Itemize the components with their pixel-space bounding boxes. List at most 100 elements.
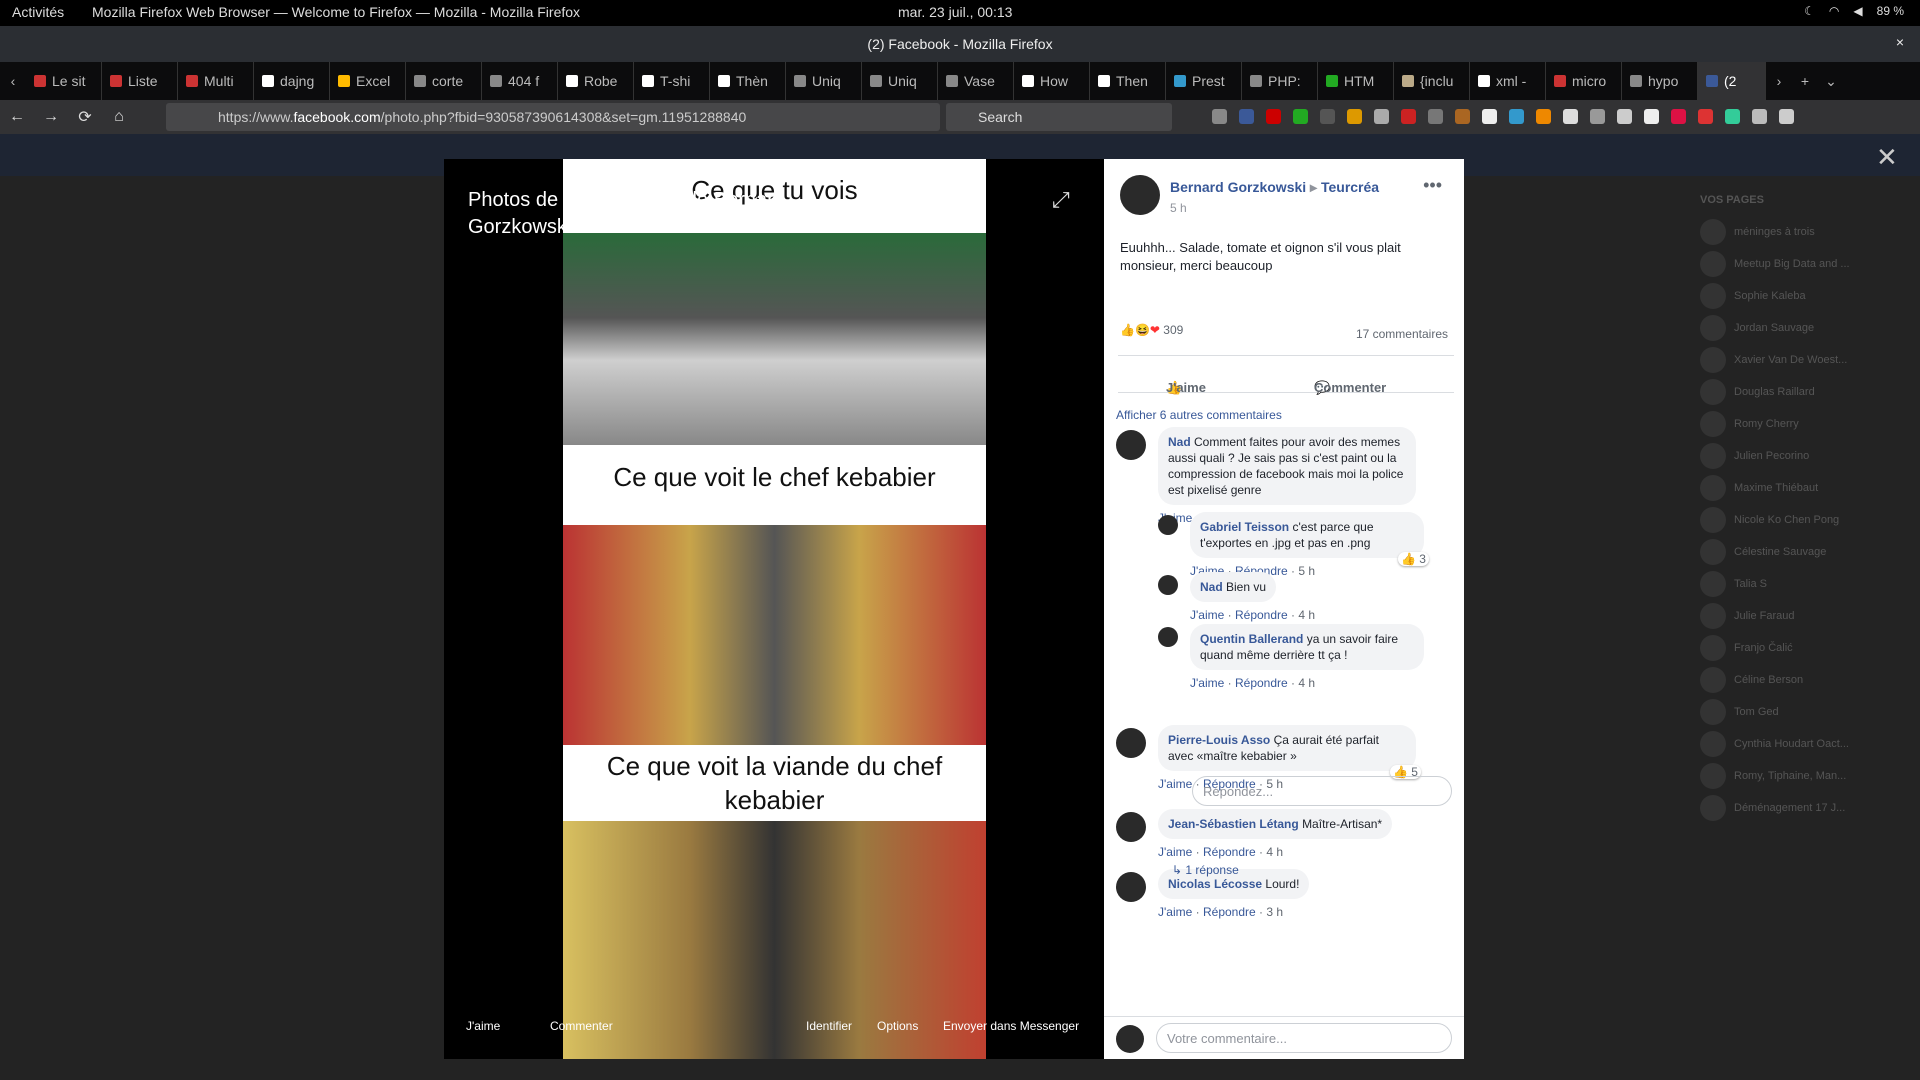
browser-tab[interactable]: Liste [102, 62, 178, 100]
commenter-name[interactable]: Jean-Sébastien Létang [1168, 817, 1299, 831]
comment-text: Bien vu [1226, 580, 1267, 594]
tabs-scroll-right-icon[interactable]: › [1766, 73, 1792, 89]
browser-tab[interactable]: corte [406, 62, 482, 100]
comment-like-link[interactable]: J'aime [1190, 608, 1224, 622]
extension-icons[interactable] [1212, 109, 1794, 124]
activities-button[interactable]: Activités [12, 4, 64, 20]
comment-reply-link[interactable]: Répondre [1235, 676, 1288, 690]
comment-count[interactable]: 17 commentaires [1356, 327, 1448, 341]
comment-like-link[interactable]: J'aime [1190, 676, 1224, 690]
commenter-name[interactable]: Nad [1200, 580, 1223, 594]
commenter-name[interactable]: Pierre-Louis Asso [1168, 733, 1270, 747]
viewer-like-button[interactable]: J'aime [466, 1019, 500, 1033]
tab-label: Vase [964, 73, 995, 89]
comment-time[interactable]: 4 h [1298, 676, 1315, 690]
commenter-name[interactable]: Quentin Ballerand [1200, 632, 1303, 646]
browser-tab[interactable]: {inclu [1394, 62, 1470, 100]
url-bar[interactable]: https://www.facebook.com/photo.php?fbid=… [166, 103, 940, 131]
browser-tab[interactable]: dajng [254, 62, 330, 100]
browser-tab[interactable]: T-shi [634, 62, 710, 100]
reply-input[interactable]: Répondez... [1192, 776, 1452, 806]
comment-reply-link[interactable]: Répondre [1203, 905, 1256, 919]
close-viewer-icon[interactable]: ✕ [1876, 142, 1898, 173]
tab-favicon-icon [1554, 75, 1566, 87]
tab-list-icon[interactable]: ⌄ [1818, 73, 1844, 90]
comment-like-link[interactable]: J'aime [1158, 845, 1192, 859]
comment-like-link[interactable]: J'aime [1158, 905, 1192, 919]
replies-link[interactable]: ↳ 1 réponse [1172, 863, 1239, 877]
back-icon[interactable]: ← [0, 108, 34, 126]
browser-tab[interactable]: xml - [1470, 62, 1546, 100]
clock[interactable]: mar. 23 juil., 00:13 [898, 4, 1012, 20]
commenter-avatar[interactable] [1116, 430, 1146, 460]
browser-tab[interactable]: Uniq [862, 62, 938, 100]
new-tab-icon[interactable]: + [1792, 73, 1818, 89]
home-icon[interactable]: ⌂ [102, 108, 136, 126]
browser-tab[interactable]: micro [1546, 62, 1622, 100]
tab-favicon-icon [1630, 75, 1642, 87]
messenger-button[interactable]: Envoyer dans Messenger [943, 1019, 1079, 1033]
commenter-avatar[interactable] [1116, 812, 1146, 842]
browser-tab[interactable]: hypo [1622, 62, 1698, 100]
commenter-name[interactable]: Gabriel Teisson [1200, 520, 1289, 534]
tab-label: (2 [1724, 73, 1737, 89]
options-button[interactable]: Options [877, 1019, 918, 1033]
browser-tab[interactable]: Then [1090, 62, 1166, 100]
comment-like-link[interactable]: J'aime [1158, 777, 1192, 791]
post-author[interactable]: Bernard Gorzkowski ▸ Teurcréa [1170, 179, 1379, 196]
comment-time[interactable]: 4 h [1298, 608, 1315, 622]
browser-tab[interactable]: Thèn [710, 62, 786, 100]
browser-tab[interactable]: Le sit [26, 62, 102, 100]
commenter-name[interactable]: Nicolas Lécosse [1168, 877, 1262, 891]
reaction-count[interactable]: 👍😆❤ 309 [1120, 323, 1183, 337]
comment-reply-link[interactable]: Répondre [1235, 608, 1288, 622]
comment-reaction-badge[interactable]: 👍 3 [1398, 552, 1429, 566]
commenter-avatar[interactable] [1158, 575, 1178, 595]
comment-time[interactable]: 3 h [1266, 905, 1283, 919]
browser-tab[interactable]: PHP: [1242, 62, 1318, 100]
contact-name: Talia S [1734, 578, 1768, 590]
commenter-avatar[interactable] [1158, 515, 1178, 535]
tabs-scroll-left-icon[interactable]: ‹ [0, 73, 26, 89]
user-avatar [1116, 1025, 1144, 1053]
search-input[interactable]: Search [946, 103, 1172, 131]
browser-tab[interactable]: Vase [938, 62, 1014, 100]
comment-input[interactable]: Votre commentaire... [1156, 1023, 1452, 1053]
tab-favicon-icon [414, 75, 426, 87]
browser-tab[interactable]: Uniq [786, 62, 862, 100]
browser-tab[interactable]: Robe [558, 62, 634, 100]
system-tray[interactable]: ☾ ◠ ◀ 89 % [1804, 4, 1904, 18]
commenter-name[interactable]: Nad [1168, 435, 1191, 449]
app-menu[interactable]: Mozilla Firefox Web Browser — Welcome to… [92, 4, 580, 20]
browser-tab[interactable]: Excel [330, 62, 406, 100]
post-time[interactable]: 5 h [1170, 201, 1187, 215]
browser-tab[interactable]: How [1014, 62, 1090, 100]
commenter-avatar[interactable] [1116, 872, 1146, 902]
tag-button[interactable]: Identifier [806, 1019, 852, 1033]
close-window-icon[interactable]: × [1896, 34, 1904, 50]
group-link[interactable]: Teurcréa [1321, 179, 1379, 195]
comment-time[interactable]: 4 h [1266, 845, 1283, 859]
more-options-icon[interactable]: ••• [1423, 175, 1442, 196]
browser-tab[interactable]: Prest [1166, 62, 1242, 100]
contact-avatar [1700, 219, 1726, 245]
browser-tab[interactable]: (2 [1698, 62, 1766, 100]
commenter-avatar[interactable] [1158, 627, 1178, 647]
reload-icon[interactable]: ⟳ [68, 107, 102, 127]
comment-text: Lourd! [1265, 877, 1300, 891]
contact-name: Cynthia Houdart Oact... [1734, 738, 1849, 750]
author-avatar[interactable] [1120, 175, 1160, 215]
tab-label: dajng [280, 73, 315, 89]
contact-name: Douglas Raillard [1734, 386, 1815, 398]
comment-time[interactable]: 5 h [1298, 564, 1315, 578]
viewer-comment-button[interactable]: Commenter [550, 1019, 613, 1033]
comment-reply-link[interactable]: Répondre [1203, 845, 1256, 859]
forward-icon[interactable]: → [34, 108, 68, 126]
browser-tab[interactable]: 404 f [482, 62, 558, 100]
browser-tab[interactable]: Multi [178, 62, 254, 100]
browser-tab[interactable]: HTM [1318, 62, 1394, 100]
comment-actions: J'aime · Répondre · 3 h [1158, 905, 1284, 919]
more-comments-link[interactable]: Afficher 6 autres commentaires [1116, 408, 1282, 422]
commenter-avatar[interactable] [1116, 728, 1146, 758]
fullscreen-icon[interactable]: ⤢ [1052, 187, 1070, 213]
